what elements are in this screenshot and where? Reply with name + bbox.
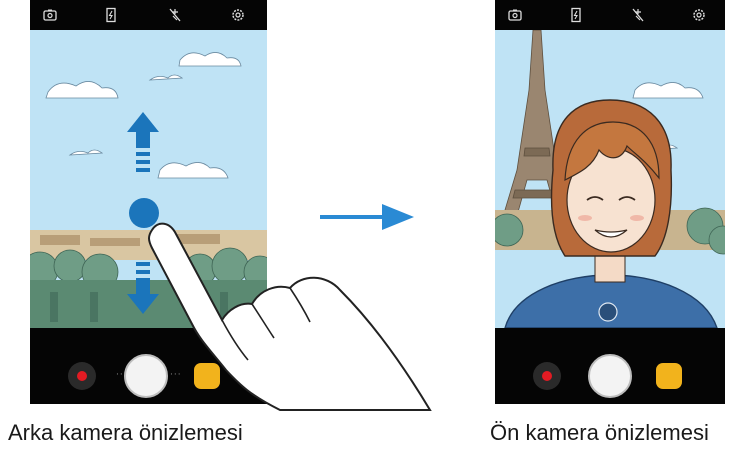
settings-icon[interactable]: [691, 7, 707, 23]
rear-camera-caption: Arka kamera önizlemesi: [8, 420, 243, 445]
record-button[interactable]: [68, 362, 96, 390]
filter-effects-button[interactable]: [656, 363, 682, 389]
front-camera-caption: Ön kamera önizlemesi: [490, 420, 709, 445]
flash-icon[interactable]: [103, 7, 119, 23]
camera-bottom-bar: [495, 328, 725, 404]
switch-camera-icon[interactable]: [507, 7, 523, 23]
record-button[interactable]: [533, 362, 561, 390]
effects-off-icon[interactable]: [167, 7, 183, 23]
front-camera-preview[interactable]: [495, 30, 725, 328]
front-camera-screen: [495, 0, 725, 404]
settings-icon[interactable]: [230, 7, 246, 23]
camera-top-bar: [30, 0, 267, 30]
shutter-button[interactable]: [588, 354, 632, 398]
transition-arrow-icon: [320, 204, 414, 230]
camera-top-bar: [495, 0, 725, 30]
switch-camera-icon[interactable]: [42, 7, 58, 23]
flash-icon[interactable]: [568, 7, 584, 23]
effects-off-icon[interactable]: [630, 7, 646, 23]
